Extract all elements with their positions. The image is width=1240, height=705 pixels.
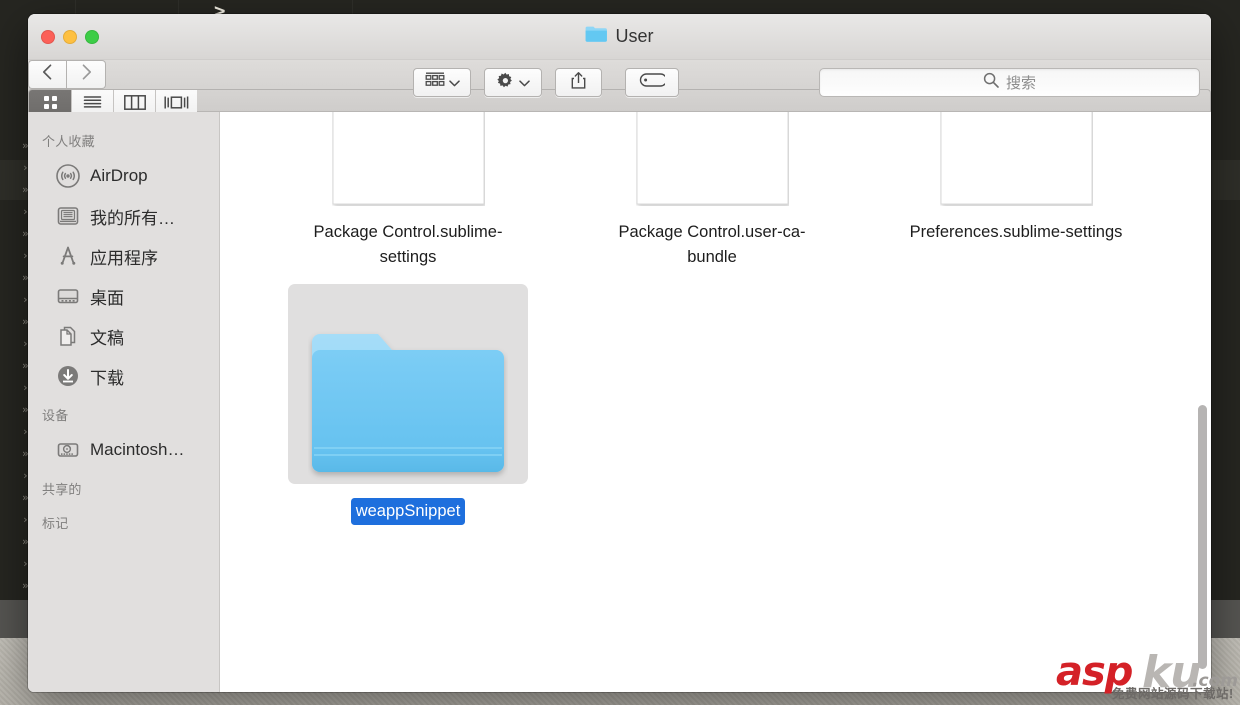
sidebar-item-label: AirDrop [90,166,148,185]
forward-button[interactable] [67,60,106,89]
share-icon [570,71,587,95]
icon-grid[interactable]: Package Control.sublime-settings Package… [220,112,1211,542]
file-label[interactable]: Package Control.user-ca-bundle [596,220,828,270]
sidebar-item-AirDrop[interactable]: AirDrop [28,156,219,196]
finder-toolbar[interactable]: 搜索 [28,60,1211,120]
sidebar-section-header: 设备 [42,408,69,423]
arrange-button[interactable] [413,68,471,97]
chevron-right-icon [81,64,92,85]
sidebar-item-文稿[interactable]: 文稿 [28,316,219,356]
sidebar-item-我的所有…[interactable]: 我的所有… [28,196,219,236]
sidebar-item-下载[interactable]: 下载 [28,356,219,396]
downloads-icon [55,363,81,389]
window-title: User [28,25,1211,47]
file-label[interactable]: Package Control.sublime-settings [292,220,524,270]
file-label[interactable]: Preferences.sublime-settings [900,220,1132,245]
finder-sidebar[interactable]: 个人收藏 AirDrop 我的所有… 应用程序 桌面 文稿 下载 设备 Maci… [28,112,220,692]
file-browser-area[interactable]: Package Control.sublime-settings Package… [220,112,1211,692]
hard-drive-icon [55,437,81,463]
search-field[interactable]: 搜索 [819,68,1200,97]
desktop-icon [55,283,81,309]
tag-icon [639,73,668,92]
sidebar-section-header: 共享的 [42,482,82,497]
file-item[interactable]: weappSnippet [256,270,560,542]
sidebar-item-label: 桌面 [90,288,124,308]
file-item[interactable]: Package Control.user-ca-bundle [560,112,864,270]
desktop: > »›»›»›»›»›»›»›»›»›»›»› User [0,0,1240,705]
documents-icon [55,323,81,349]
sidebar-item-应用程序[interactable]: 应用程序 [28,236,219,276]
document-icon[interactable] [288,112,528,206]
folder-icon [585,25,608,47]
sidebar-item-label: 下载 [90,368,124,388]
arrange-icon [425,72,445,93]
sidebar-section-header: 个人收藏 [42,134,95,149]
window-title-text: User [615,25,654,46]
action-menu-button[interactable] [484,68,542,97]
window-titlebar[interactable]: User [28,14,1211,60]
file-label[interactable]: weappSnippet [350,498,466,526]
sidebar-item-label: 应用程序 [90,248,158,268]
search-input[interactable]: 搜索 [1006,72,1036,93]
airdrop-icon [55,163,81,189]
back-button[interactable] [28,60,67,89]
share-button[interactable] [555,68,602,97]
all-my-files-icon [55,203,81,229]
sidebar-item-Macintosh…[interactable]: Macintosh… [28,430,219,470]
gear-icon [496,71,515,95]
search-icon [983,72,999,93]
file-item[interactable]: Package Control.sublime-settings [256,112,560,270]
vertical-scrollbar[interactable] [1198,405,1207,669]
chevron-down-icon [448,74,460,92]
sidebar-section-header: 标记 [42,516,69,531]
file-item[interactable]: Preferences.sublime-settings [864,112,1168,270]
sidebar-item-label: Macintosh… [90,440,185,459]
chevron-down-icon [519,74,530,92]
finder-body: 个人收藏 AirDrop 我的所有… 应用程序 桌面 文稿 下载 设备 Maci… [28,112,1211,692]
sidebar-item-label: 文稿 [90,328,124,348]
sidebar-item-桌面[interactable]: 桌面 [28,276,219,316]
document-icon[interactable] [896,112,1136,206]
folder-icon[interactable] [288,284,528,485]
finder-window[interactable]: User 搜索 个人收藏 AirDrop 我的所有… 应用程序 桌面 文稿 下载… [28,14,1211,692]
applications-icon [55,243,81,269]
chevron-left-icon [42,64,53,85]
sidebar-item-label: 我的所有… [90,208,175,228]
document-icon[interactable] [592,112,832,206]
tag-button[interactable] [625,68,679,97]
